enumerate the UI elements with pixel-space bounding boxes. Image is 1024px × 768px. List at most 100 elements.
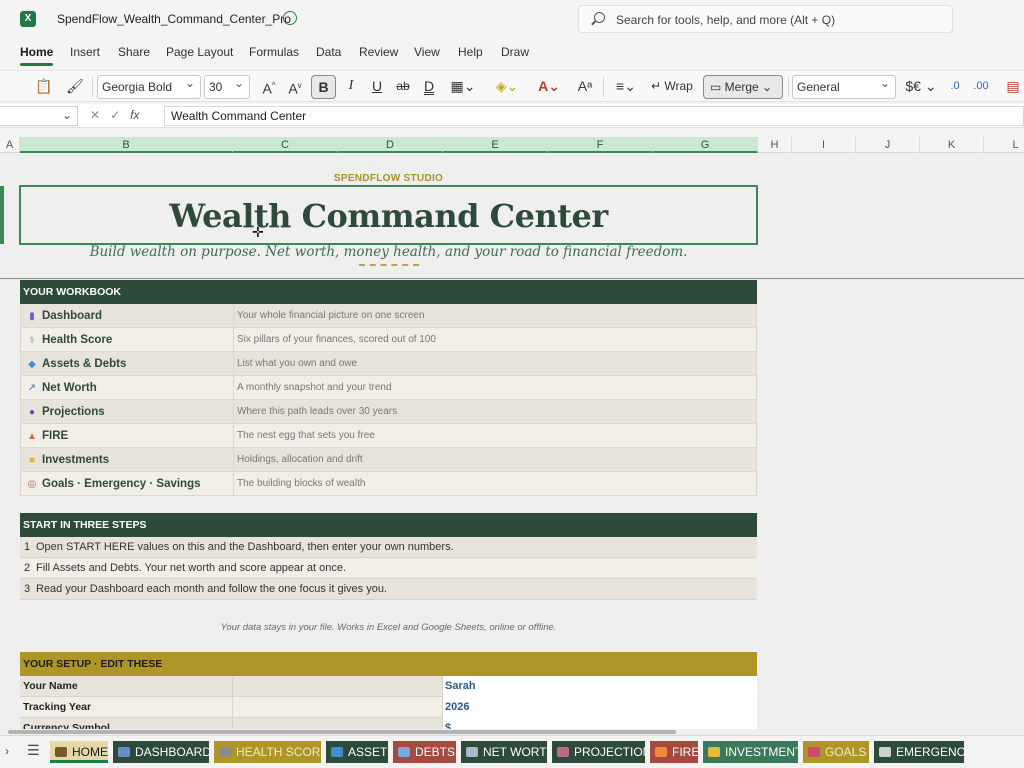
- workbook-row[interactable]: ◎ Goals · Emergency · Savings The building…: [20, 472, 757, 496]
- bold-button[interactable]: B: [311, 75, 336, 99]
- borders-icon[interactable]: ▦⌄: [446, 75, 480, 99]
- workbook-item[interactable]: ■ Investments: [21, 448, 234, 472]
- year-value-cell[interactable]: 2026: [443, 697, 757, 718]
- workbook-row[interactable]: ↗ Net Worth A monthly snapshot and your tr…: [20, 376, 757, 400]
- formula-input[interactable]: Wealth Command Center: [164, 106, 1024, 126]
- column-header-c[interactable]: C: [233, 137, 338, 153]
- name-value-cell[interactable]: Sarah: [443, 676, 757, 697]
- merge-button[interactable]: ▭ Merge ⌄: [703, 75, 783, 99]
- increase-decimal-icon[interactable]: .00: [970, 75, 992, 99]
- tab-page-layout[interactable]: Page Layout: [166, 45, 233, 59]
- confirm-icon[interactable]: ✓: [110, 108, 130, 122]
- wrap-text-button[interactable]: ↵ Wrap: [651, 75, 699, 99]
- decrease-decimal-icon[interactable]: .0: [944, 75, 966, 99]
- sheet-tab-fire[interactable]: FIRE: [650, 741, 698, 763]
- sheet-tab-investments[interactable]: INVESTMENTS: [703, 741, 798, 763]
- step-row[interactable]: 1 Open START HERE values on this and the…: [20, 537, 757, 558]
- autosave-cloud-icon[interactable]: [283, 11, 297, 25]
- tab-insert[interactable]: Insert: [70, 45, 100, 59]
- tab-help[interactable]: Help: [458, 45, 483, 59]
- setup-spacer-cell[interactable]: [233, 697, 443, 718]
- column-header-h[interactable]: H: [758, 137, 792, 153]
- workbook-item[interactable]: ⚕ Health Score: [21, 328, 234, 352]
- sheet-tab-health-score[interactable]: HEALTH SCORE: [214, 741, 321, 763]
- column-header-j[interactable]: J: [856, 137, 920, 153]
- sheet-tab-debts[interactable]: DEBTS: [393, 741, 456, 763]
- tab-review[interactable]: Review: [359, 45, 398, 59]
- fill-color-icon[interactable]: ◈⌄: [490, 75, 524, 99]
- font-name-select[interactable]: Georgia Bold: [97, 72, 201, 99]
- setup-spacer-cell[interactable]: [233, 718, 443, 729]
- currency-format-button[interactable]: $€ ⌄: [904, 75, 938, 99]
- sheet-tab-label: GOALS: [825, 745, 867, 759]
- setup-spacer-cell[interactable]: [233, 676, 443, 697]
- sheet-tab-home[interactable]: HOME: [50, 741, 108, 763]
- column-header-f[interactable]: F: [548, 137, 653, 153]
- workbook-item[interactable]: ● Projections: [21, 400, 234, 424]
- decrease-font-icon[interactable]: Av: [284, 75, 306, 99]
- tab-data[interactable]: Data: [316, 45, 341, 59]
- column-header-l[interactable]: L: [984, 137, 1024, 153]
- column-header-a[interactable]: A: [0, 137, 20, 153]
- cancel-icon[interactable]: ✕: [90, 108, 110, 122]
- increase-font-icon[interactable]: A^: [258, 75, 280, 99]
- tab-share[interactable]: Share: [118, 45, 150, 59]
- file-name[interactable]: SpendFlow_Wealth_Command_Center_Pro: [57, 12, 291, 26]
- font-effects-icon[interactable]: Aᵃ: [574, 75, 596, 99]
- conditional-format-icon[interactable]: ▤: [1004, 75, 1022, 99]
- workbook-item[interactable]: ▲ FIRE: [21, 424, 234, 448]
- title-cell[interactable]: Wealth Command Center: [19, 185, 758, 245]
- sheet-tab-label: EMERGENCY: [896, 745, 964, 759]
- paste-icon[interactable]: 📋: [30, 75, 58, 99]
- sheet-tab-assets[interactable]: ASSETS: [326, 741, 388, 763]
- font-color-icon[interactable]: A⌄: [532, 75, 566, 99]
- column-header-d[interactable]: D: [338, 137, 443, 153]
- workbook-row[interactable]: ▲ FIRE The nest egg that sets you free: [20, 424, 757, 448]
- currency-value-cell[interactable]: $: [443, 718, 757, 729]
- excel-icon[interactable]: X: [20, 11, 36, 27]
- tab-home[interactable]: Home: [20, 45, 54, 66]
- name-box[interactable]: ⌄: [0, 106, 78, 126]
- search-input[interactable]: Search for tools, help, and more (Alt + …: [578, 5, 953, 33]
- sheet-tab-projections[interactable]: PROJECTIONS: [552, 741, 645, 763]
- column-header-e[interactable]: E: [443, 137, 548, 153]
- tab-view[interactable]: View: [414, 45, 440, 59]
- sheet-grid[interactable]: SPENDFLOW STUDIO Wealth Command Center ✛…: [0, 153, 1024, 729]
- font-size-select[interactable]: 30: [204, 72, 250, 99]
- tab-draw[interactable]: Draw: [501, 45, 529, 59]
- sheet-tab-goals[interactable]: GOALS: [803, 741, 869, 763]
- tab-formulas[interactable]: Formulas: [249, 45, 299, 59]
- workbook-item[interactable]: ↗ Net Worth: [21, 376, 234, 400]
- sheet-tab-label: DEBTS: [415, 745, 456, 759]
- workbook-row[interactable]: ▮ Dashboard Your whole financial picture o…: [20, 304, 757, 328]
- all-sheets-menu-icon[interactable]: ☰: [27, 742, 40, 759]
- sheet-tab-net-worth[interactable]: NET WORTH: [461, 741, 547, 763]
- align-icon[interactable]: ≡⌄: [609, 75, 643, 99]
- italic-button[interactable]: I: [340, 75, 362, 99]
- workbook-row[interactable]: ⚕ Health Score Six pillars of your finance…: [20, 328, 757, 352]
- step-row[interactable]: 2 Fill Assets and Debts. Your net worth …: [20, 558, 757, 579]
- step-row[interactable]: 3 Read your Dashboard each month and fol…: [20, 579, 757, 600]
- underline-button[interactable]: U: [366, 75, 388, 99]
- column-header-g[interactable]: G: [653, 137, 758, 153]
- chevron-right-icon[interactable]: ›: [5, 744, 9, 758]
- workbook-item[interactable]: ◆ Assets & Debts: [21, 352, 234, 376]
- workbook-item[interactable]: ▮ Dashboard: [21, 304, 234, 328]
- sheet-tab-dashboard[interactable]: DASHBOARD: [113, 741, 209, 763]
- workbook-row[interactable]: ● Projections Where this path leads over 3…: [20, 400, 757, 424]
- column-headers: A B C D E F G H I J K L: [0, 137, 1024, 153]
- format-painter-icon[interactable]: 🖌: [64, 75, 86, 99]
- workbook-row[interactable]: ■ Investments Holdings, allocation and dri…: [20, 448, 757, 472]
- column-header-b[interactable]: B: [20, 137, 233, 153]
- scrollbar-thumb[interactable]: [8, 730, 676, 734]
- column-header-k[interactable]: K: [920, 137, 984, 153]
- sheet-tab-emergency[interactable]: EMERGENCY: [874, 741, 964, 763]
- column-header-i[interactable]: I: [792, 137, 856, 153]
- number-format-select[interactable]: General: [792, 72, 896, 99]
- fx-icon[interactable]: fx: [130, 108, 139, 122]
- double-underline-icon[interactable]: D: [418, 75, 440, 99]
- strikethrough-button[interactable]: ab: [392, 75, 414, 99]
- chart-icon: ▮: [29, 311, 35, 322]
- workbook-row[interactable]: ◆ Assets & Debts List what you own and owe: [20, 352, 757, 376]
- workbook-item[interactable]: ◎ Goals · Emergency · Savings: [21, 472, 234, 496]
